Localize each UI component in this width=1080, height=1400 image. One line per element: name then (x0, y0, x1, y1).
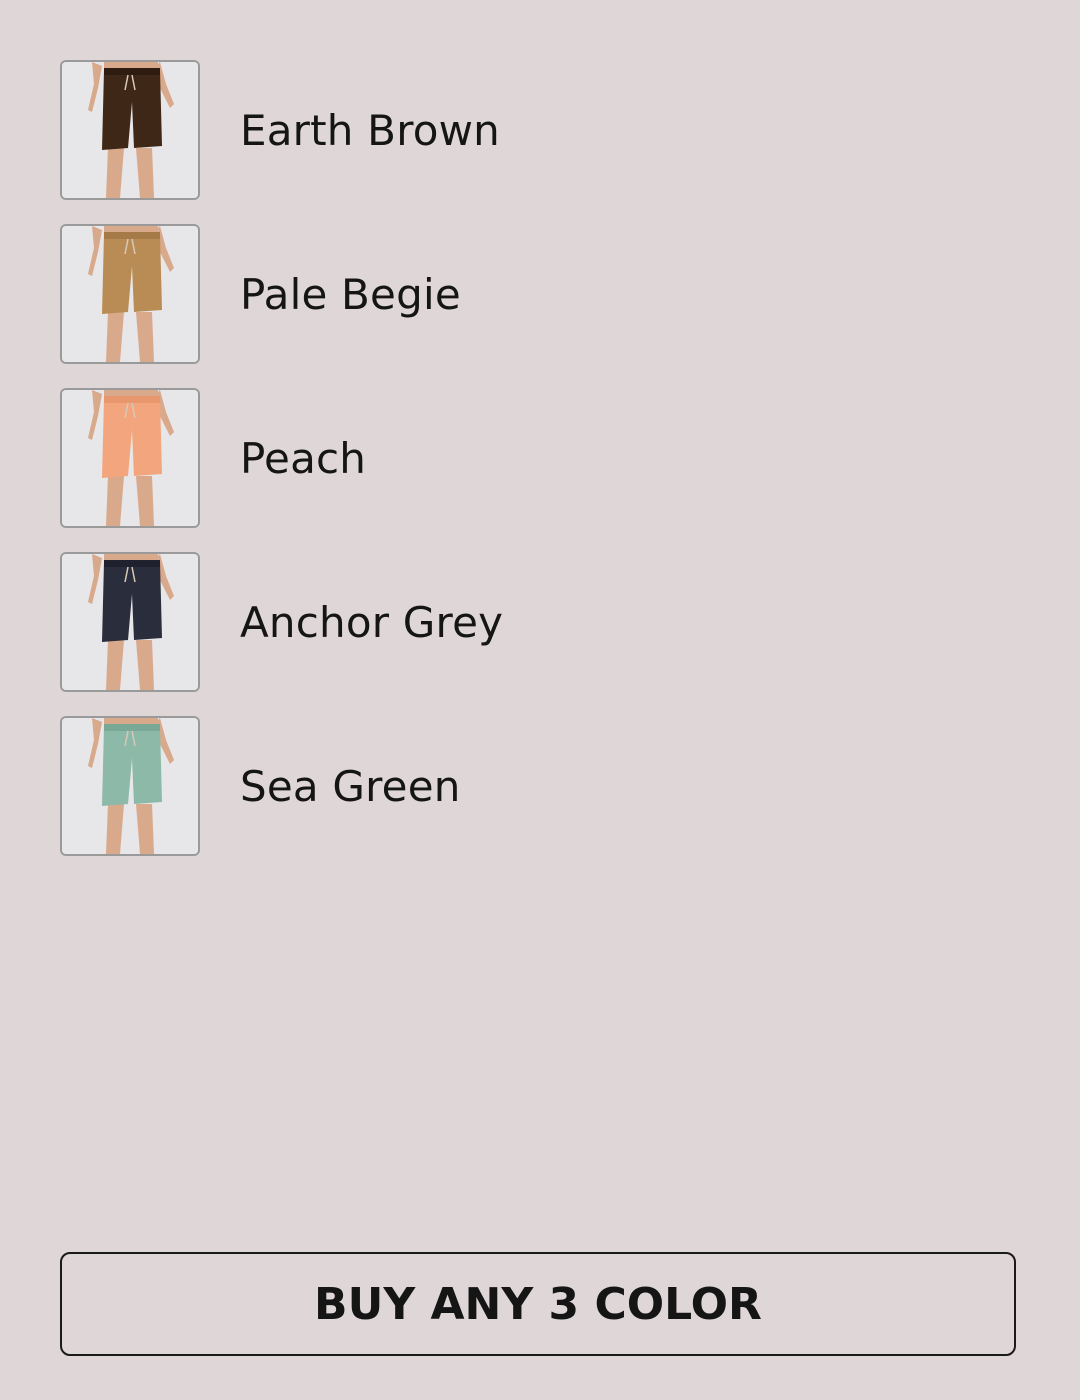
shorts-icon (62, 390, 198, 526)
color-option-anchor-grey[interactable]: Anchor Grey (60, 552, 1020, 692)
pale-begie-thumbnail (60, 224, 200, 364)
earth-brown-thumbnail (60, 60, 200, 200)
shorts-icon (62, 226, 198, 362)
color-options-list: Earth Brown Pale Begie Peach Anchor Grey… (60, 60, 1020, 880)
color-option-label: Earth Brown (240, 105, 501, 155)
color-option-pale-begie[interactable]: Pale Begie (60, 224, 1020, 364)
shorts-icon (62, 554, 198, 690)
color-option-label: Sea Green (240, 761, 461, 811)
color-option-label: Anchor Grey (240, 597, 504, 647)
color-picker-page: Earth Brown Pale Begie Peach Anchor Grey… (0, 0, 1080, 1400)
color-option-label: Peach (240, 433, 367, 483)
anchor-grey-thumbnail (60, 552, 200, 692)
shorts-icon (62, 718, 198, 854)
color-option-sea-green[interactable]: Sea Green (60, 716, 1020, 856)
color-option-peach[interactable]: Peach (60, 388, 1020, 528)
color-option-earth-brown[interactable]: Earth Brown (60, 60, 1020, 200)
shorts-icon (62, 62, 198, 198)
peach-thumbnail (60, 388, 200, 528)
color-option-label: Pale Begie (240, 269, 461, 319)
sea-green-thumbnail (60, 716, 200, 856)
buy-any-3-color-button[interactable]: BUY ANY 3 COLOR (60, 1252, 1016, 1356)
